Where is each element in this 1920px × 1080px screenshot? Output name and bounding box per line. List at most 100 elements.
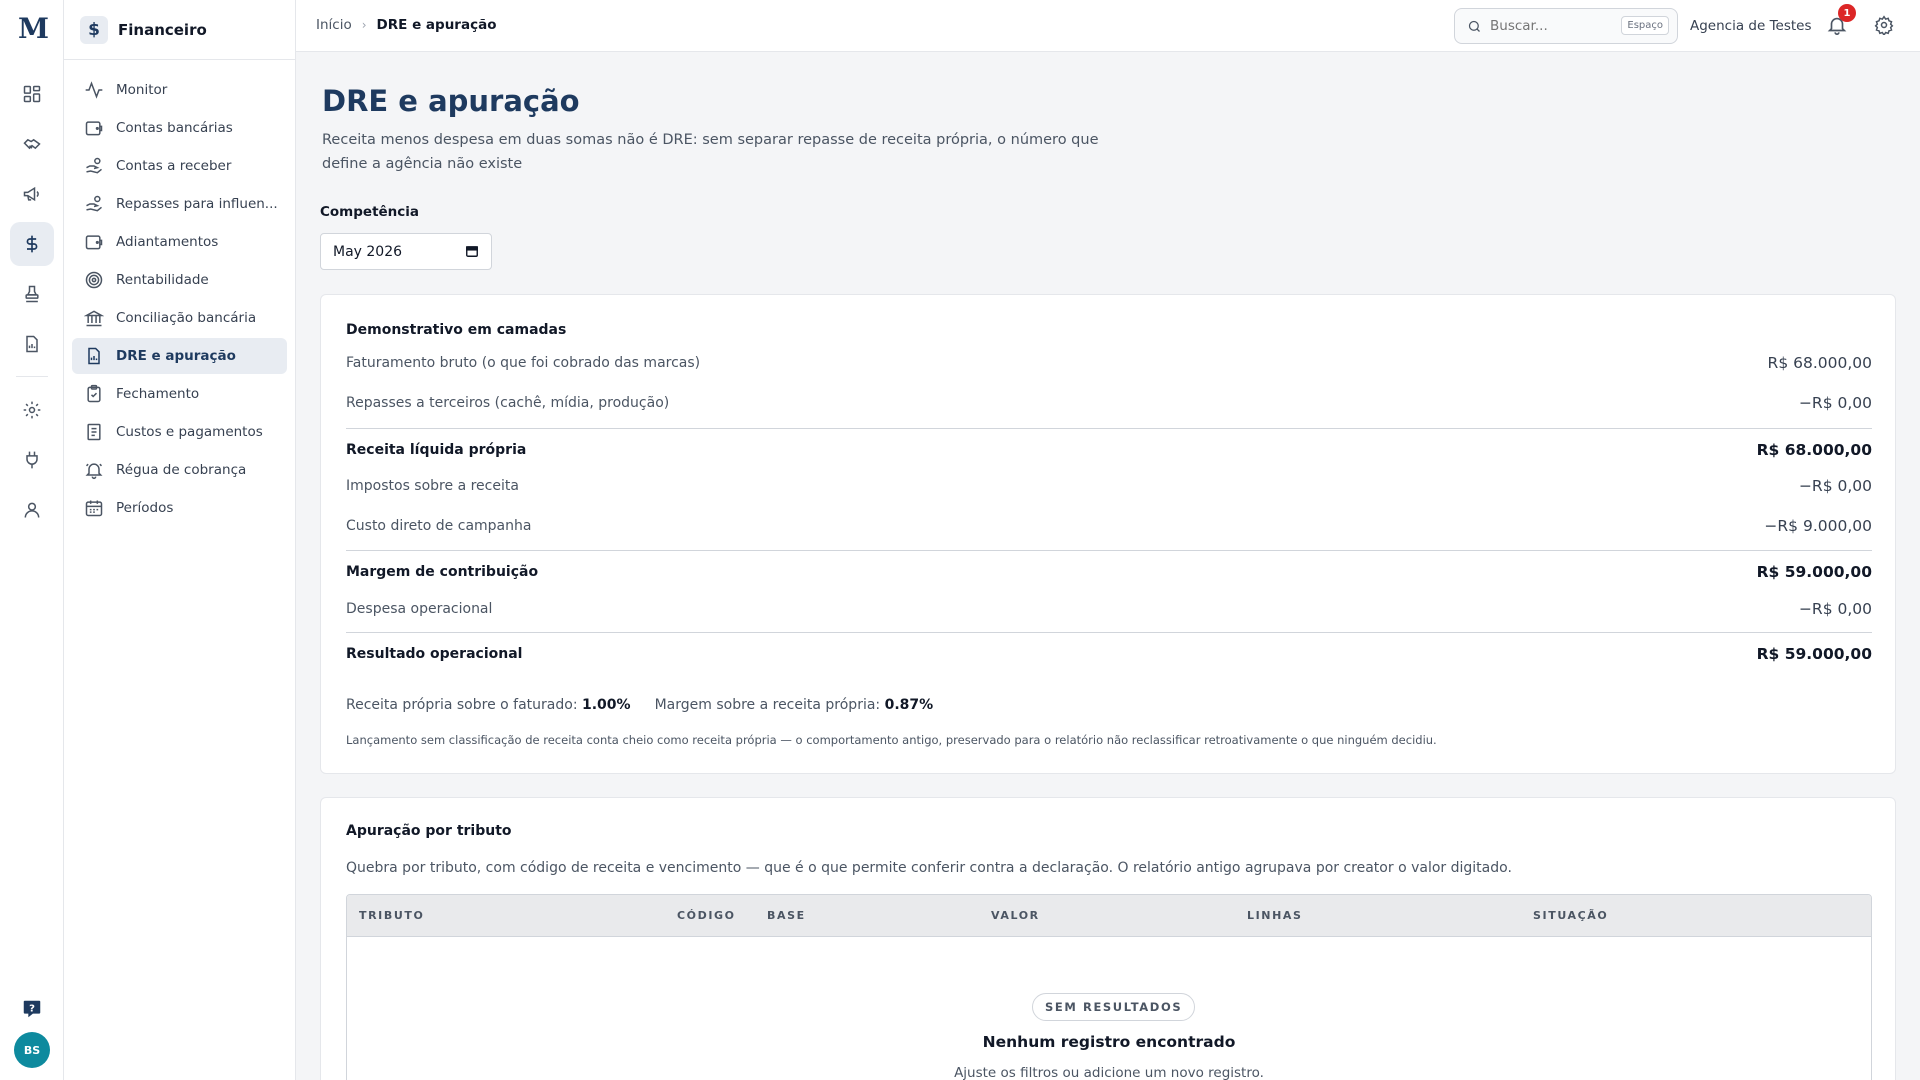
dre-row-value: −R$ 0,00 (1798, 477, 1872, 495)
empty-state-badge: SEM RESULTADOS (1032, 993, 1196, 1021)
apuracao-table: TRIBUTO CÓDIGO BASE VALOR LINHAS SITUAÇÃ… (346, 894, 1872, 1080)
search-icon (1468, 20, 1480, 32)
dre-row-label: Faturamento bruto (o que foi cobrado das… (346, 355, 701, 371)
apuracao-card-title: Apuração por tributo (346, 823, 512, 839)
sidebar-item-label: Repasses para influen... (116, 196, 278, 212)
column-header-tributo[interactable]: TRIBUTO (359, 909, 424, 922)
gear-icon[interactable] (10, 388, 54, 432)
calendar-icon (85, 500, 103, 517)
bell-ring-icon (85, 463, 103, 480)
section-header: $ Financeiro (64, 0, 295, 60)
sidebar-item-custos[interactable]: Custos e pagamentos (72, 414, 287, 450)
dre-row-value: R$ 68.000,00 (1756, 440, 1872, 459)
dre-row-label: Impostos sobre a receita (346, 478, 519, 494)
sidebar-item-contas-a-receber[interactable]: Contas a receber (72, 148, 287, 184)
dre-total-row: Resultado operacional R$ 59.000,00 (346, 632, 1872, 674)
dre-row-value: R$ 59.000,00 (1756, 644, 1872, 663)
page-subtitle: Receita menos despesa em duas somas não … (322, 132, 1099, 172)
notifications-button[interactable]: 1 (1826, 4, 1856, 38)
notification-count-badge: 1 (1838, 4, 1856, 22)
sidebar-item-label: DRE e apuração (116, 348, 236, 364)
sidebar-item-monitor[interactable]: Monitor (72, 72, 287, 108)
sidebar-item-label: Contas a receber (116, 158, 232, 174)
rail-divider (16, 376, 48, 377)
sidebar-item-conciliacao[interactable]: Conciliação bancária (72, 300, 287, 336)
wallet-icon (85, 121, 103, 136)
megaphone-icon[interactable] (10, 172, 54, 216)
dre-row-label: Margem de contribuição (346, 563, 539, 580)
plug-icon[interactable] (10, 438, 54, 482)
top-bar: Início › DRE e apuração Espaço Agencia d… (296, 0, 1920, 52)
sidebar-item-fechamento[interactable]: Fechamento (72, 376, 287, 412)
avatar[interactable]: BS (14, 1032, 50, 1068)
dre-ratios: Receita própria sobre o faturado: 1.00% … (346, 697, 933, 713)
dre-row-label: Despesa operacional (346, 601, 493, 617)
sidebar-item-regua[interactable]: Régua de cobrança (72, 452, 287, 488)
empty-state-subtitle: Ajuste os filtros ou adicione um novo re… (954, 1065, 1264, 1080)
sidebar-item-label: Rentabilidade (116, 272, 209, 288)
org-name[interactable]: Agencia de Testes (1690, 18, 1812, 34)
ratio-value: 0.87% (884, 697, 934, 713)
column-header-linhas[interactable]: LINHAS (1247, 909, 1303, 922)
sidebar-item-contas-bancarias[interactable]: Contas bancárias (72, 110, 287, 146)
chevron-right-icon: › (361, 18, 367, 32)
user-icon[interactable] (10, 488, 54, 532)
sidebar-item-periodos[interactable]: Períodos (72, 490, 287, 526)
dre-row: Custo direto de campanha −R$ 9.000,00 (346, 506, 1872, 546)
ratio-label: Margem sobre a receita própria: (654, 697, 881, 713)
help-icon[interactable]: ? (21, 998, 43, 1020)
dollar-icon: $ (80, 15, 108, 44)
column-header-valor[interactable]: VALOR (991, 909, 1040, 922)
competencia-value: May 2026 (333, 243, 403, 260)
dre-row: Despesa operacional −R$ 0,00 (346, 589, 1872, 629)
settings-button[interactable] (1874, 15, 1896, 37)
search-box[interactable]: Espaço (1454, 8, 1678, 44)
stamp-icon[interactable] (10, 272, 54, 316)
hand-coins-icon (86, 195, 102, 212)
sidebar-item-label: Fechamento (116, 386, 200, 402)
sidebar-item-adiantamentos[interactable]: Adiantamentos (72, 224, 287, 260)
column-header-base[interactable]: BASE (767, 909, 806, 922)
file-chart-icon (88, 347, 100, 365)
search-shortcut-hint: Espaço (1621, 16, 1669, 35)
dre-row-value: −R$ 9.000,00 (1764, 517, 1872, 535)
dashboard-icon[interactable] (10, 72, 54, 116)
dre-footnote: Lançamento sem classificação de receita … (346, 733, 1437, 747)
svg-text:?: ? (29, 1003, 35, 1014)
page-title: DRE e apuração (322, 84, 580, 118)
sidebar-item-dre[interactable]: DRE e apuração (72, 338, 287, 374)
dre-card: Demonstrativo em camadas Faturamento bru… (320, 294, 1896, 774)
receipt-icon (87, 423, 101, 441)
sidebar-item-rentabilidade[interactable]: Rentabilidade (72, 262, 287, 298)
competencia-month-input[interactable]: May 2026 (320, 233, 492, 270)
dre-row-label: Receita líquida própria (346, 441, 527, 458)
competencia-label: Competência (320, 204, 420, 220)
dre-row-value: R$ 59.000,00 (1756, 562, 1872, 581)
ratio-receita-propria: Receita própria sobre o faturado: 1.00% (346, 697, 631, 713)
dre-row-value: R$ 68.000,00 (1767, 354, 1872, 372)
dre-row-label: Resultado operacional (346, 645, 523, 662)
breadcrumb-home[interactable]: Início (316, 17, 352, 33)
calendar-icon[interactable] (465, 244, 479, 258)
breadcrumb-current: DRE e apuração (376, 17, 497, 33)
target-icon (85, 271, 103, 289)
app-logo[interactable]: M (18, 14, 49, 44)
handshake-icon[interactable] (10, 122, 54, 166)
breadcrumb: Início › DRE e apuração (316, 17, 496, 33)
dre-total-row: Receita líquida própria R$ 68.000,00 (346, 428, 1872, 470)
dre-row-value: −R$ 0,00 (1798, 600, 1872, 618)
main-content: DRE e apuração Receita menos despesa em … (296, 52, 1920, 1080)
search-input[interactable] (1490, 18, 1610, 34)
sidebar-item-label: Adiantamentos (116, 234, 219, 250)
ratio-margem: Margem sobre a receita própria: 0.87% (655, 697, 934, 713)
gear-icon (1874, 15, 1894, 37)
dre-total-row: Margem de contribuição R$ 59.000,00 (346, 550, 1872, 592)
column-header-codigo[interactable]: CÓDIGO (677, 909, 736, 922)
report-icon[interactable] (10, 322, 54, 366)
dre-row: Faturamento bruto (o que foi cobrado das… (346, 343, 1872, 383)
sidebar-item-label: Períodos (116, 500, 174, 516)
dollar-icon[interactable] (10, 222, 54, 266)
sidebar-item-repasses[interactable]: Repasses para influen... (72, 186, 287, 222)
hand-coins-icon (86, 157, 102, 174)
column-header-situacao[interactable]: SITUAÇÃO (1533, 909, 1608, 922)
